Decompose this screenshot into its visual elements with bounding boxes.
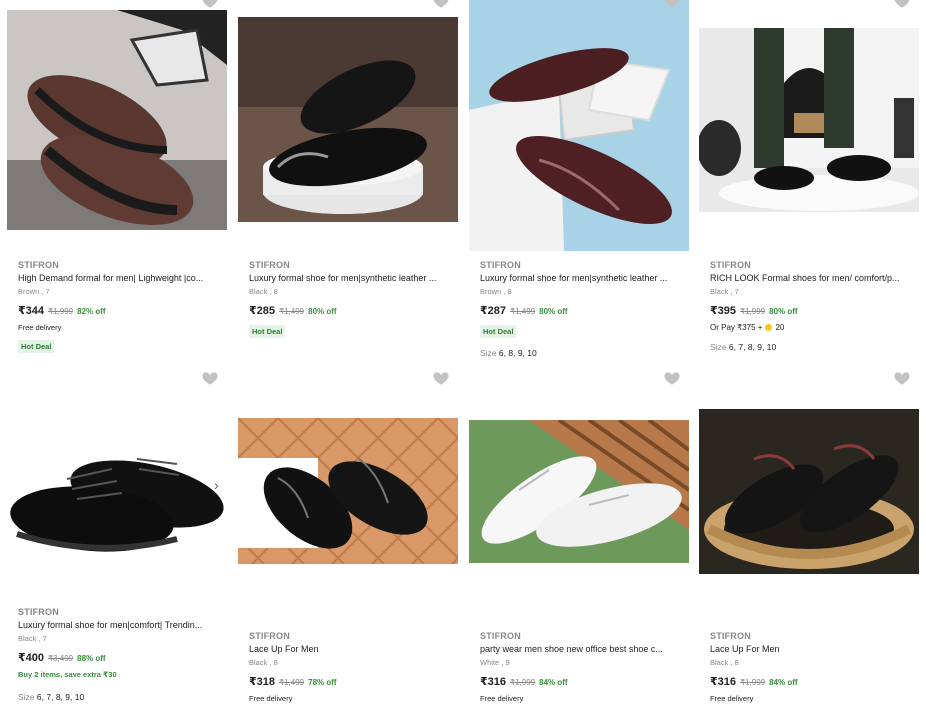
discount-percent: 82% off [77, 307, 106, 316]
discount-percent: 80% off [308, 307, 337, 316]
product-variant: Brown , 7 [18, 287, 50, 296]
product-title[interactable]: Luxury formal shoe for men|comfort| Tren… [18, 619, 218, 631]
product-image[interactable] [699, 28, 919, 212]
original-price: ₹1,499 [510, 307, 536, 316]
discount-percent: 80% off [539, 307, 568, 316]
product-image[interactable] [699, 409, 919, 574]
wishlist-heart-icon[interactable] [893, 369, 911, 387]
selling-price: ₹285 [249, 305, 276, 317]
product-card[interactable]: STIFRON Luxury formal shoe for men|synth… [469, 0, 691, 360]
original-price: ₹1,999 [740, 678, 766, 687]
original-price: ₹1,499 [279, 678, 305, 687]
product-variant: Black , 7 [710, 287, 739, 296]
product-title[interactable]: Lace Up For Men [710, 643, 910, 655]
price-row: ₹316 ₹1,999 84% off [480, 675, 685, 689]
selling-price: ₹316 [710, 676, 737, 688]
product-image[interactable] [238, 418, 458, 564]
product-title[interactable]: Luxury formal shoe for men|synthetic lea… [480, 272, 680, 284]
product-card[interactable]: STIFRON High Demand formal for men| Ligh… [7, 0, 229, 360]
product-card[interactable]: STIFRON party wear men shoe new office b… [469, 369, 691, 715]
product-brand: STIFRON [18, 260, 59, 270]
product-card[interactable]: STIFRON Lace Up For Men Black , 8 ₹316 ₹1… [699, 369, 921, 715]
discount-percent: 84% off [769, 678, 798, 687]
delivery-info: Free delivery [480, 694, 524, 703]
price-row: ₹344 ₹1,999 82% off [18, 304, 223, 318]
product-brand: STIFRON [18, 607, 59, 617]
supercoin-offer: Or Pay ₹375 +20 [710, 323, 785, 332]
product-title[interactable]: RICH LOOK Formal shoes for men/ comfort/… [710, 272, 910, 284]
price-row: ₹318 ₹1,499 78% off [249, 675, 454, 689]
bundle-offer: Buy 2 items, save extra ₹30 [18, 670, 117, 679]
carousel-next-chevron-right-icon[interactable]: › [214, 477, 219, 493]
discount-percent: 78% off [308, 678, 337, 687]
selling-price: ₹318 [249, 676, 276, 688]
product-image[interactable] [469, 0, 689, 251]
product-image[interactable] [238, 17, 458, 222]
product-card[interactable]: STIFRON Lace Up For Men Black , 8 ₹318 ₹1… [238, 369, 460, 715]
price-row: ₹287 ₹1,499 80% off [480, 304, 685, 318]
original-price: ₹1,999 [48, 307, 74, 316]
product-brand: STIFRON [249, 631, 290, 641]
hot-deal-badge: Hot Deal [249, 325, 286, 338]
product-brand: STIFRON [249, 260, 290, 270]
selling-price: ₹316 [480, 676, 507, 688]
wishlist-heart-icon[interactable] [432, 369, 450, 387]
product-title[interactable]: Lace Up For Men [249, 643, 449, 655]
hot-deal-badge: Hot Deal [18, 340, 55, 353]
product-brand: STIFRON [710, 631, 751, 641]
product-image[interactable] [7, 10, 227, 230]
wishlist-heart-icon[interactable] [663, 0, 681, 10]
supercoin-icon [765, 324, 773, 332]
product-card[interactable]: STIFRON Luxury formal shoe for men|synth… [238, 0, 460, 360]
selling-price: ₹395 [710, 305, 737, 317]
delivery-info: Free delivery [18, 323, 62, 332]
price-row: ₹285 ₹1,499 80% off [249, 304, 454, 318]
discount-percent: 88% off [77, 654, 106, 663]
original-price: ₹1,999 [740, 307, 766, 316]
product-variant: Black , 8 [249, 287, 278, 296]
product-image[interactable] [7, 409, 227, 579]
product-title[interactable]: party wear men shoe new office best shoe… [480, 643, 680, 655]
available-sizes: Size 6, 8, 9, 10 [480, 348, 537, 358]
product-image[interactable] [469, 420, 689, 563]
wishlist-heart-icon[interactable] [432, 0, 450, 10]
original-price: ₹1,999 [510, 678, 536, 687]
product-variant: Black , 8 [249, 658, 278, 667]
price-row: ₹316 ₹1,999 84% off [710, 675, 915, 689]
product-variant: Black , 8 [710, 658, 739, 667]
product-title[interactable]: Luxury formal shoe for men|synthetic lea… [249, 272, 449, 284]
product-brand: STIFRON [480, 260, 521, 270]
discount-percent: 84% off [539, 678, 568, 687]
original-price: ₹1,499 [279, 307, 305, 316]
hot-deal-badge: Hot Deal [480, 325, 517, 338]
original-price: ₹3,499 [48, 654, 74, 663]
delivery-info: Free delivery [710, 694, 754, 703]
available-sizes: Size 6, 7, 8, 9, 10 [710, 342, 777, 352]
product-variant: White , 9 [480, 658, 510, 667]
wishlist-heart-icon[interactable] [663, 369, 681, 387]
wishlist-heart-icon[interactable] [201, 369, 219, 387]
price-row: ₹395 ₹1,999 80% off [710, 304, 915, 318]
price-row: ₹400 ₹3,499 88% off [18, 651, 223, 665]
product-variant: Black , 7 [18, 634, 47, 643]
delivery-info: Free delivery [249, 694, 293, 703]
wishlist-heart-icon[interactable] [893, 0, 911, 10]
product-brand: STIFRON [480, 631, 521, 641]
product-brand: STIFRON [710, 260, 751, 270]
available-sizes: Size 6, 7, 8, 9, 10 [18, 692, 85, 702]
discount-percent: 80% off [769, 307, 798, 316]
product-card[interactable]: STIFRON RICH LOOK Formal shoes for men/ … [699, 0, 921, 360]
product-title[interactable]: High Demand formal for men| Lighweight |… [18, 272, 218, 284]
product-variant: Brown , 8 [480, 287, 512, 296]
wishlist-heart-icon[interactable] [201, 0, 219, 10]
product-card[interactable]: STIFRON Luxury formal shoe for men|comfo… [7, 369, 229, 715]
selling-price: ₹287 [480, 305, 507, 317]
selling-price: ₹344 [18, 305, 45, 317]
selling-price: ₹400 [18, 652, 45, 664]
